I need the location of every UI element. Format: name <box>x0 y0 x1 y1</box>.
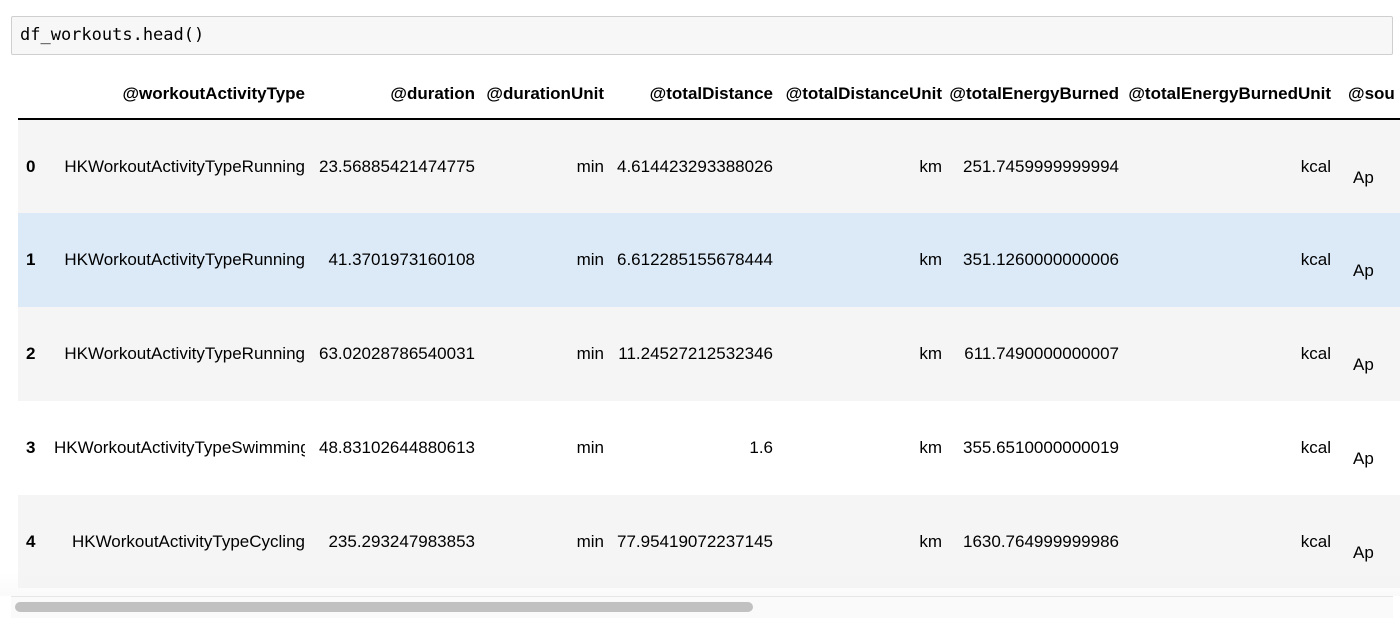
table-row: 1 HKWorkoutActivityTypeRunning 41.370197… <box>18 213 1400 307</box>
table-cell: min <box>576 250 604 269</box>
table-cell: Ap <box>1353 355 1374 374</box>
row-index: 2 <box>26 344 36 363</box>
table-cell: kcal <box>1300 532 1331 551</box>
table-cell: Ap <box>1353 261 1374 280</box>
table-cell: 77.95419072237145 <box>617 532 773 551</box>
table-cell: km <box>919 250 942 269</box>
table-cell: km <box>919 344 942 363</box>
table-cell: 1.6 <box>749 438 773 457</box>
table-cell: Ap <box>1353 543 1374 562</box>
column-header: @workoutActivityType <box>54 70 305 120</box>
table-cell: HKWorkoutActivityTypeRunning <box>64 156 305 176</box>
row-index: 0 <box>26 156 36 176</box>
table-cell: km <box>919 156 942 176</box>
row-index: 4 <box>26 532 36 551</box>
table-cell: 235.293247983853 <box>328 532 475 551</box>
table-cell: HKWorkoutActivityTypeSwimming <box>54 438 305 457</box>
table-cell: min <box>576 438 604 457</box>
code-cell-input[interactable]: df_workouts.head() <box>11 16 1393 55</box>
table-cell: kcal <box>1300 250 1331 269</box>
table-cell: 63.02028786540031 <box>319 344 475 363</box>
row-index: 1 <box>26 250 36 269</box>
table-cell: 355.6510000000019 <box>963 438 1119 457</box>
column-header: @totalDistanceUnit <box>773 70 942 120</box>
column-header: @totalEnergyBurned <box>942 70 1119 120</box>
table-cell: km <box>919 438 942 457</box>
dataframe-table: @workoutActivityType @duration @duration… <box>18 70 1400 588</box>
table-cell: min <box>576 156 604 176</box>
table-cell: km <box>919 532 942 551</box>
dataframe-output: @workoutActivityType @duration @duration… <box>18 70 1400 588</box>
table-cell: 4.614423293388026 <box>617 156 773 176</box>
table-cell: min <box>576 532 604 551</box>
code-text[interactable]: df_workouts.head() <box>20 25 204 45</box>
table-row: 0 HKWorkoutActivityTypeRunning 23.568854… <box>18 119 1400 213</box>
scrollbar-thumb[interactable] <box>15 602 753 612</box>
table-header-row: @workoutActivityType @duration @duration… <box>18 70 1400 120</box>
table-cell: 351.1260000000006 <box>963 250 1119 269</box>
row-index: 3 <box>26 438 36 457</box>
table-cell: Ap <box>1353 167 1374 187</box>
table-cell: kcal <box>1300 438 1331 457</box>
table-row: 3 HKWorkoutActivityTypeSwimming 48.83102… <box>18 401 1400 495</box>
table-cell: Ap <box>1353 449 1374 468</box>
column-header: @totalEnergyBurnedUnit <box>1119 70 1331 120</box>
column-header: @durationUnit <box>475 70 604 120</box>
table-cell: kcal <box>1300 344 1331 363</box>
table-cell: HKWorkoutActivityTypeCycling <box>71 532 305 551</box>
column-header: @duration <box>305 70 475 120</box>
horizontal-scrollbar[interactable] <box>11 596 1393 618</box>
table-cell: 1630.764999999986 <box>963 532 1119 551</box>
table-cell: 41.3701973160108 <box>328 250 475 269</box>
table-cell: 48.83102644880613 <box>319 438 475 457</box>
table-cell: 6.612285155678444 <box>617 250 773 269</box>
table-cell: HKWorkoutActivityTypeRunning <box>64 344 305 363</box>
table-row: 4 HKWorkoutActivityTypeCycling 235.29324… <box>18 495 1400 588</box>
table-cell: 11.24527212532346 <box>618 344 773 363</box>
table-cell: min <box>576 344 604 363</box>
table-cell: HKWorkoutActivityTypeRunning <box>64 250 305 269</box>
table-cell: kcal <box>1300 156 1331 176</box>
table-cell: 611.7490000000007 <box>964 344 1119 363</box>
index-header <box>18 70 54 120</box>
column-header: @sou <box>1331 70 1400 120</box>
column-header: @totalDistance <box>604 70 773 120</box>
table-row: 2 HKWorkoutActivityTypeRunning 63.020287… <box>18 307 1400 401</box>
table-cell: 251.7459999999994 <box>963 156 1119 176</box>
table-cell: 23.56885421474775 <box>319 156 475 176</box>
